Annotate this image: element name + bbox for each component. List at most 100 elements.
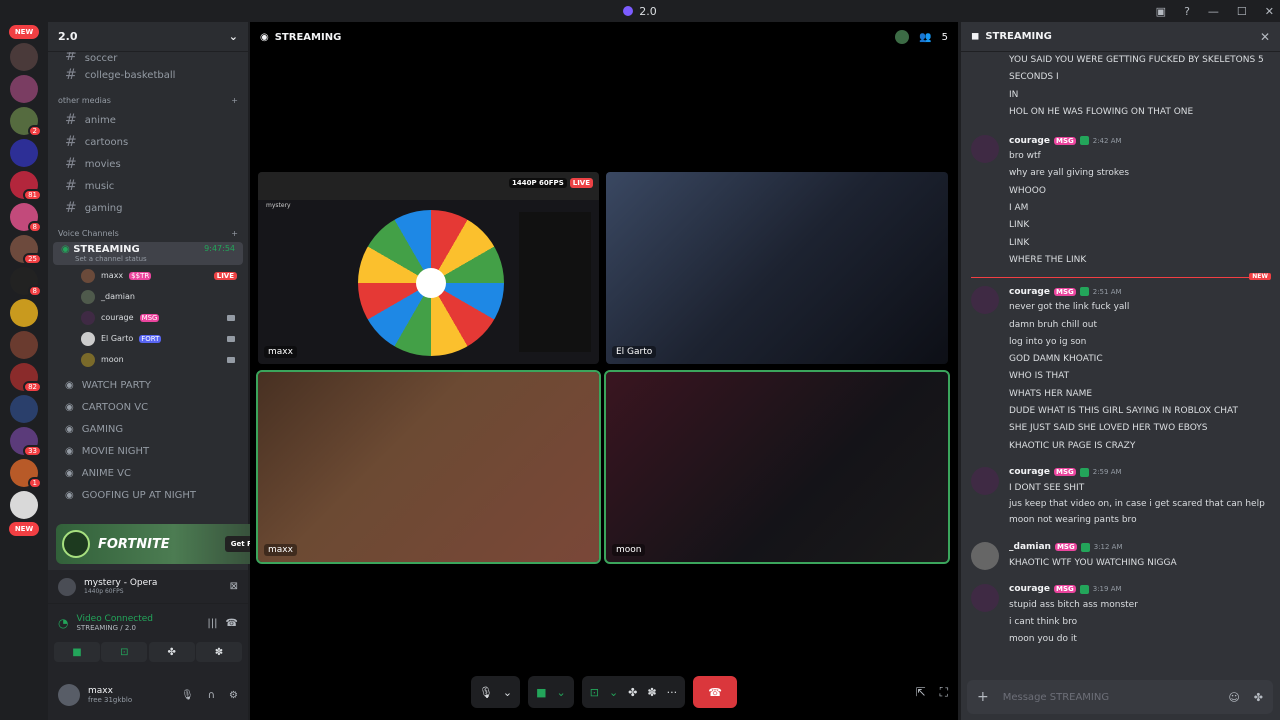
channel-college-basketball[interactable]: # college-basketball xyxy=(53,64,243,86)
voice-member[interactable]: maxx $$TR LIVE xyxy=(53,265,243,286)
channel-music[interactable]: # music xyxy=(53,175,243,197)
activities-icon[interactable]: ✤ xyxy=(628,686,637,699)
avatar[interactable] xyxy=(58,684,80,706)
message-input[interactable] xyxy=(1002,691,1215,703)
server-icon[interactable] xyxy=(10,139,38,167)
voice-member[interactable]: courage MSG xyxy=(53,307,243,328)
chevron-down-icon[interactable]: ⌄ xyxy=(609,686,618,699)
server-icon[interactable]: 2 xyxy=(10,107,42,137)
avatar[interactable] xyxy=(971,286,999,315)
channel-anime[interactable]: # anime xyxy=(53,109,243,131)
noise-suppression-icon[interactable]: ||| xyxy=(207,618,217,629)
author-name[interactable]: courage xyxy=(1009,467,1050,477)
server-icon[interactable]: 8 xyxy=(10,203,42,233)
fullscreen-icon[interactable]: ⛶ xyxy=(940,685,948,700)
avatar[interactable] xyxy=(971,583,999,612)
voice-connection-status[interactable]: Video Connected xyxy=(76,614,153,624)
add-channel-icon[interactable]: + xyxy=(231,96,238,105)
server-icon[interactable]: 33 xyxy=(10,427,42,457)
author-name[interactable]: _damian xyxy=(1009,542,1051,552)
author-name[interactable]: courage xyxy=(1009,136,1050,146)
close-icon[interactable]: ✕ xyxy=(1265,5,1274,18)
server-icon[interactable] xyxy=(10,331,38,359)
author-name[interactable]: courage xyxy=(1009,287,1050,297)
voice-channel[interactable]: ◉ CARTOON VC xyxy=(53,396,243,418)
channel-movies[interactable]: # movies xyxy=(53,153,243,175)
server-icon[interactable] xyxy=(10,491,38,519)
voice-channel[interactable]: ◉ ANIME VC xyxy=(53,462,243,484)
avatar[interactable] xyxy=(971,135,999,164)
message-line: SHE JUST SAID SHE LOVED HER TWO EBOYS xyxy=(1009,423,1208,434)
microphone-button[interactable]: 🎙 ⌄ xyxy=(470,676,521,708)
activity-icon[interactable] xyxy=(895,30,910,44)
disconnect-button[interactable]: ☎ xyxy=(693,676,738,708)
help-icon[interactable]: ? xyxy=(1184,5,1190,18)
signal-icon: ◔ xyxy=(58,616,69,630)
stream-name: mystery - Opera xyxy=(84,578,158,588)
minimize-icon[interactable]: — xyxy=(1208,5,1219,18)
channel-soccer[interactable]: # soccer xyxy=(53,52,243,64)
popout-icon[interactable]: ⇱ xyxy=(916,685,926,700)
unread-badge: 33 xyxy=(23,445,42,457)
microphone-icon[interactable]: 🎙 xyxy=(181,690,194,701)
voice-member[interactable]: El Garto FORT xyxy=(53,328,243,349)
voice-channel[interactable]: ◉ GAMING xyxy=(53,418,243,440)
role-tag: MSG xyxy=(1053,287,1076,296)
video-tile[interactable]: moon xyxy=(604,370,950,564)
server-header[interactable]: 2.0 ⌄ xyxy=(48,22,248,52)
screenshare-button[interactable]: ⊡ ⌄ ✤ ✽ ··· xyxy=(581,676,686,708)
maximize-icon[interactable]: ☐ xyxy=(1237,5,1247,18)
voice-connection-channel[interactable]: STREAMING / 2.0 xyxy=(76,624,153,632)
camera-button[interactable]: ■ ⌄ xyxy=(528,676,574,708)
voice-channel[interactable]: ◉ MOVIE NIGHT xyxy=(53,440,243,462)
server-icon[interactable] xyxy=(10,75,38,103)
server-icon[interactable] xyxy=(10,395,38,423)
screenshare-button[interactable]: ⊡ xyxy=(101,642,148,662)
apps-icon[interactable]: ✤ xyxy=(1254,691,1263,704)
stream-tile-screen[interactable]: mystery 1440P 60FPS LIVE maxx xyxy=(258,172,599,364)
voice-member[interactable]: moon xyxy=(53,349,243,370)
disconnect-icon[interactable]: ☎ xyxy=(226,618,238,629)
channel-label: gaming xyxy=(84,202,123,214)
server-icon[interactable]: 1 xyxy=(10,459,42,489)
plus-icon[interactable]: + xyxy=(977,689,989,705)
server-icon[interactable]: 25 xyxy=(10,235,42,265)
server-icon[interactable]: 82 xyxy=(10,363,42,393)
avatar[interactable] xyxy=(971,466,999,495)
video-tile[interactable]: maxx xyxy=(256,370,601,564)
soundboard-icon[interactable]: ✽ xyxy=(647,686,656,699)
inbox-icon[interactable]: ▣ xyxy=(1156,5,1166,18)
author-name[interactable]: courage xyxy=(1009,584,1050,594)
more-icon[interactable]: ··· xyxy=(667,686,678,699)
video-tile[interactable]: El Garto xyxy=(606,172,948,364)
category-voice-channels[interactable]: Voice Channels + xyxy=(48,219,248,242)
voice-member[interactable]: _damian xyxy=(53,286,243,307)
soundboard-button[interactable]: ✽ xyxy=(195,642,242,662)
chevron-down-icon[interactable]: ⌄ xyxy=(557,686,566,699)
message-line: jus keep that video on, in case i get sc… xyxy=(1009,499,1265,510)
emoji-icon[interactable]: ☺ xyxy=(1228,691,1239,704)
server-icon[interactable] xyxy=(10,43,38,71)
camera-button[interactable]: ■ xyxy=(54,642,100,662)
gear-icon[interactable]: ⚙ xyxy=(229,690,238,701)
add-channel-icon[interactable]: + xyxy=(231,229,238,238)
voice-channel[interactable]: ◉ WATCH PARTY xyxy=(53,374,243,396)
channel-status[interactable]: Set a channel status xyxy=(61,255,235,263)
channel-gaming[interactable]: # gaming xyxy=(53,197,243,219)
server-icon[interactable] xyxy=(10,299,38,327)
avatar[interactable] xyxy=(971,541,999,570)
channel-cartoons[interactable]: # cartoons xyxy=(53,131,243,153)
close-icon[interactable]: ✕ xyxy=(1260,30,1270,44)
stream-preview[interactable]: mystery - Opera 1440p 60FPS ⊠ xyxy=(48,570,248,604)
server-icon[interactable]: 81 xyxy=(10,171,42,201)
stop-stream-icon[interactable]: ⊠ xyxy=(230,581,238,592)
activities-button[interactable]: ✤ xyxy=(148,642,195,662)
voice-channel-streaming[interactable]: ◉ STREAMING 9:47:54 Set a channel status xyxy=(53,242,243,265)
category-other-medias[interactable]: other medias + xyxy=(48,86,248,109)
headphones-icon[interactable]: ∩ xyxy=(208,690,215,701)
server-icon[interactable]: 8 xyxy=(10,267,42,297)
people-icon[interactable]: 👥 xyxy=(919,32,931,43)
hash-icon: # xyxy=(65,156,77,172)
chevron-down-icon[interactable]: ⌄ xyxy=(503,686,512,699)
voice-channel[interactable]: ◉ GOOFING UP AT NIGHT xyxy=(53,484,243,506)
